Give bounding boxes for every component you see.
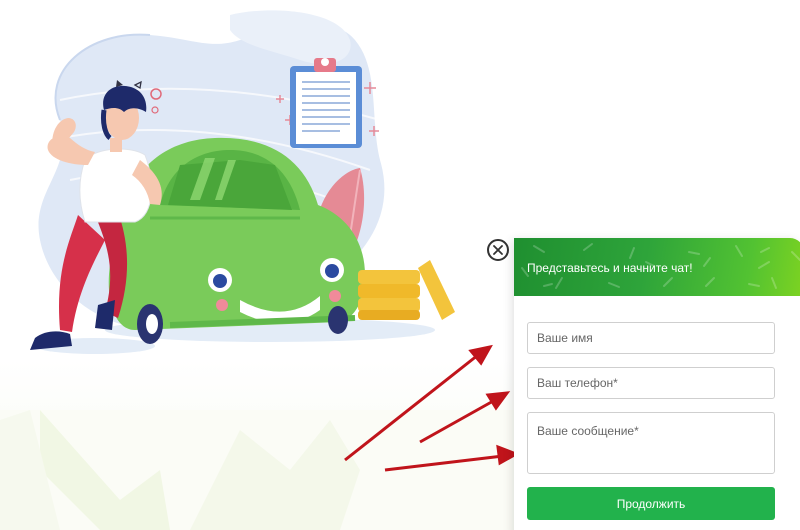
name-input[interactable] <box>527 322 775 354</box>
chat-title: Представьтесь и начните чат! <box>527 261 693 275</box>
page: Представьтесь и начните чат! Продолжить <box>0 0 800 530</box>
chat-widget: Представьтесь и начните чат! Продолжить <box>514 238 800 530</box>
close-icon <box>493 245 503 255</box>
phone-input[interactable] <box>527 367 775 399</box>
close-chat-button[interactable] <box>487 239 509 261</box>
chat-header: Представьтесь и начните чат! <box>514 238 800 296</box>
chat-form: Продолжить <box>514 296 800 520</box>
continue-button[interactable]: Продолжить <box>527 487 775 520</box>
message-input[interactable] <box>527 412 775 474</box>
